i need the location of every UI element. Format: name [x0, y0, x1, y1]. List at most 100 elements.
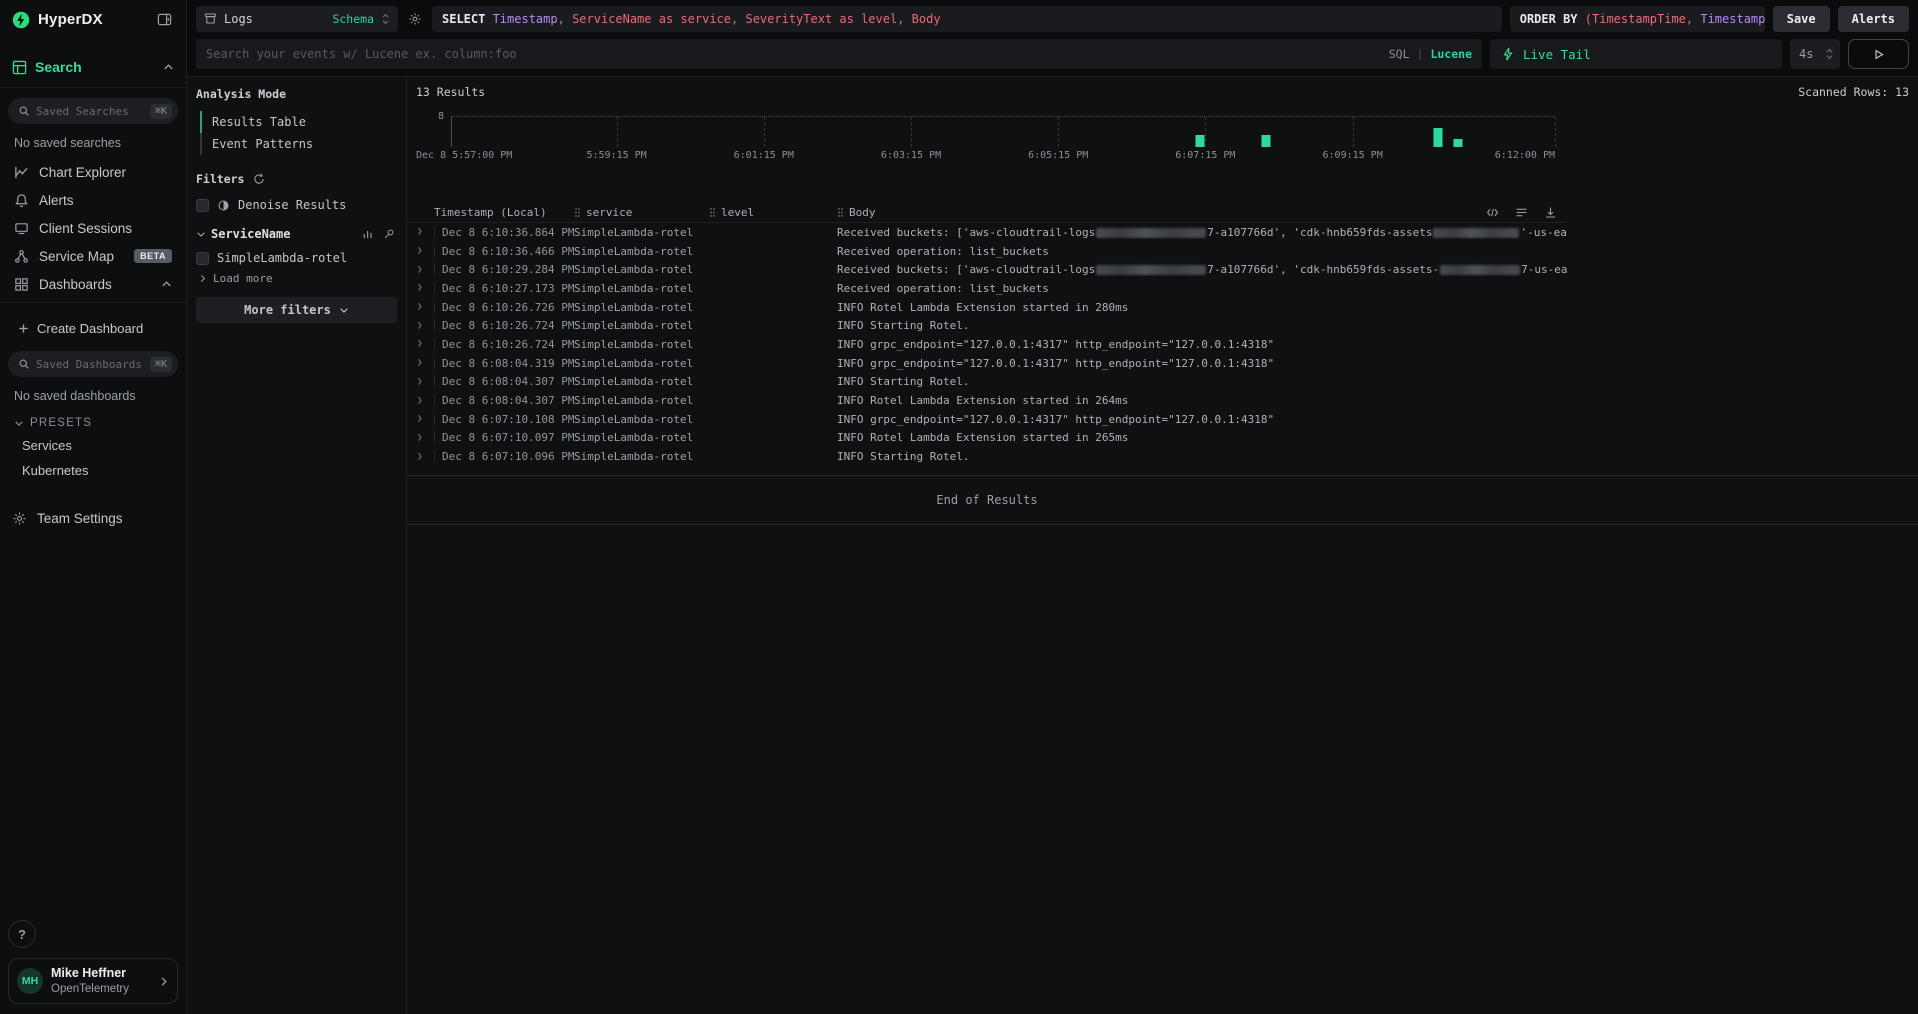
cell-service: SimpleLambda-rotel: [574, 245, 709, 258]
table-row[interactable]: ❯Dec 8 6:07:10.096 PMSimpleLambda-rotelI…: [407, 447, 1567, 466]
more-filters-button[interactable]: More filters: [196, 297, 397, 323]
cell-service: SimpleLambda-rotel: [574, 357, 709, 370]
chevron-up-icon: [161, 279, 172, 290]
column-header-level[interactable]: level: [709, 206, 837, 219]
select-query-input[interactable]: SELECT Timestamp, ServiceName as service…: [432, 6, 1502, 32]
order-by-input[interactable]: ORDER BY (TimestampTime, Timestamp) DESC: [1510, 6, 1765, 32]
histogram-bar[interactable]: [1195, 135, 1204, 147]
cell-timestamp: Dec 8 6:08:04.307 PM: [434, 375, 574, 388]
expand-row-icon[interactable]: ❯: [407, 377, 434, 387]
expand-row-icon[interactable]: ❯: [407, 321, 434, 331]
sidebar-item-alerts[interactable]: Alerts: [8, 186, 178, 214]
expand-row-icon[interactable]: ❯: [407, 302, 434, 312]
cell-body: INFO grpc_endpoint="127.0.0.1:4317" http…: [837, 357, 1567, 370]
table-row[interactable]: ❯Dec 8 6:10:27.173 PMSimpleLambda-rotelR…: [407, 279, 1567, 298]
mode-results-table[interactable]: Results Table: [200, 111, 397, 133]
facet-simplelambda-rotel[interactable]: SimpleLambda-rotel: [196, 251, 397, 265]
no-saved-searches-text: No saved searches: [14, 136, 178, 150]
sidebar-item-service-map[interactable]: Service Map BETA: [8, 242, 178, 270]
table-header: Timestamp (Local) service level Body: [407, 202, 1567, 223]
chart-plot-area[interactable]: 8: [451, 116, 1555, 147]
query-language-toggle[interactable]: SQL | Lucene: [1389, 47, 1472, 61]
table-row[interactable]: ❯Dec 8 6:08:04.319 PMSimpleLambda-rotelI…: [407, 354, 1567, 373]
user-menu[interactable]: MH Mike Heffner OpenTelemetry: [8, 958, 178, 1004]
run-query-play-button[interactable]: [1848, 39, 1909, 69]
pin-icon[interactable]: [381, 226, 397, 242]
table-row[interactable]: ❯Dec 8 6:07:10.097 PMSimpleLambda-rotelI…: [407, 429, 1567, 448]
source-settings-gear-icon[interactable]: [406, 10, 424, 28]
saved-searches-input[interactable]: Saved Searches ⌘K: [8, 98, 178, 124]
view-source-code-icon[interactable]: [1484, 204, 1501, 221]
expand-row-icon[interactable]: ❯: [407, 433, 434, 443]
column-header-body[interactable]: Body: [837, 206, 1567, 219]
lucene-option[interactable]: Lucene: [1430, 47, 1472, 61]
histogram-bar[interactable]: [1433, 128, 1442, 147]
expand-row-icon[interactable]: ❯: [407, 283, 434, 293]
chevron-right-icon: [198, 274, 207, 283]
help-button[interactable]: ?: [8, 920, 36, 948]
sidebar-item-search[interactable]: Search: [0, 55, 186, 79]
facet-chart-icon[interactable]: [360, 226, 376, 242]
table-row[interactable]: ❯Dec 8 6:08:04.307 PMSimpleLambda-rotelI…: [407, 373, 1567, 392]
sql-option[interactable]: SQL: [1389, 47, 1410, 61]
table-row[interactable]: ❯Dec 8 6:07:10.108 PMSimpleLambda-rotelI…: [407, 410, 1567, 429]
drag-handle-icon[interactable]: [574, 207, 581, 218]
load-more-button[interactable]: Load more: [198, 272, 397, 285]
drag-handle-icon[interactable]: [709, 207, 716, 218]
preset-item-services[interactable]: Services: [8, 433, 178, 458]
checkbox[interactable]: [196, 252, 209, 265]
alerts-button[interactable]: Alerts: [1838, 6, 1909, 32]
presets-toggle[interactable]: PRESETS: [14, 417, 178, 429]
source-select[interactable]: Logs Schema: [196, 6, 398, 32]
drag-handle-icon[interactable]: [837, 207, 844, 218]
cell-timestamp: Dec 8 6:10:26.726 PM: [434, 301, 574, 314]
nav-label: Chart Explorer: [39, 165, 172, 180]
row-density-icon[interactable]: [1513, 204, 1530, 221]
schema-link[interactable]: Schema: [332, 12, 374, 26]
column-header-service[interactable]: service: [574, 206, 709, 219]
table-row[interactable]: ❯Dec 8 6:10:29.284 PMSimpleLambda-rotelR…: [407, 260, 1567, 279]
expand-row-icon[interactable]: ❯: [407, 339, 434, 349]
table-row[interactable]: ❯Dec 8 6:10:36.864 PMSimpleLambda-rotelR…: [407, 223, 1567, 242]
table-row[interactable]: ❯Dec 8 6:10:26.724 PMSimpleLambda-rotelI…: [407, 316, 1567, 335]
expand-row-icon[interactable]: ❯: [407, 265, 434, 275]
checkbox[interactable]: [196, 199, 209, 212]
servicename-filter-group[interactable]: ServiceName: [196, 226, 397, 242]
mode-event-patterns[interactable]: Event Patterns: [200, 133, 397, 155]
histogram-bar[interactable]: [1453, 139, 1462, 147]
service-map-icon: [14, 249, 29, 264]
sidebar-item-team-settings[interactable]: Team Settings: [0, 503, 186, 533]
save-button[interactable]: Save: [1773, 6, 1830, 32]
saved-dashboards-input[interactable]: Saved Dashboards ⌘K: [8, 351, 178, 377]
chart-gridline: [1555, 117, 1556, 147]
sidebar-item-dashboards[interactable]: Dashboards: [8, 270, 178, 298]
filter-panel: Analysis Mode Results Table Event Patter…: [187, 77, 407, 1014]
saved-dashboards-placeholder: Saved Dashboards: [36, 358, 144, 371]
table-row[interactable]: ❯Dec 8 6:08:04.307 PMSimpleLambda-rotelI…: [407, 391, 1567, 410]
live-tail-button[interactable]: Live Tail: [1490, 39, 1782, 69]
download-icon[interactable]: [1542, 204, 1559, 221]
expand-row-icon[interactable]: ❯: [407, 452, 434, 462]
expand-row-icon[interactable]: ❯: [407, 246, 434, 256]
table-row[interactable]: ❯Dec 8 6:10:26.724 PMSimpleLambda-rotelI…: [407, 335, 1567, 354]
brand-header: HyperDX: [0, 0, 186, 35]
column-header-timestamp[interactable]: Timestamp (Local): [434, 206, 574, 219]
expand-row-icon[interactable]: ❯: [407, 358, 434, 368]
refresh-interval-select[interactable]: 4s: [1790, 39, 1840, 69]
table-row[interactable]: ❯Dec 8 6:10:36.466 PMSimpleLambda-rotelR…: [407, 242, 1567, 261]
denoise-results-checkbox-row[interactable]: Denoise Results: [196, 198, 397, 212]
expand-row-icon[interactable]: ❯: [407, 396, 434, 406]
preset-item-kubernetes[interactable]: Kubernetes: [8, 458, 178, 483]
create-dashboard-button[interactable]: Create Dashboard: [8, 313, 178, 343]
sidebar-item-chart-explorer[interactable]: Chart Explorer: [8, 158, 178, 186]
event-search-input[interactable]: Search your events w/ Lucene ex. column:…: [196, 39, 1482, 69]
sidebar-item-client-sessions[interactable]: Client Sessions: [8, 214, 178, 242]
expand-row-icon[interactable]: ❯: [407, 227, 434, 237]
histogram-bar[interactable]: [1261, 135, 1270, 147]
cell-body: INFO Starting Rotel.: [837, 450, 1567, 463]
table-row[interactable]: ❯Dec 8 6:10:26.726 PMSimpleLambda-rotelI…: [407, 298, 1567, 317]
results-histogram[interactable]: 8 Dec 8 5:57:00 PM5:59:15 PM6:01:15 PM6:…: [451, 116, 1555, 164]
expand-row-icon[interactable]: ❯: [407, 414, 434, 424]
refresh-filters-icon[interactable]: [251, 171, 267, 187]
sidebar-collapse-button[interactable]: [155, 10, 174, 29]
